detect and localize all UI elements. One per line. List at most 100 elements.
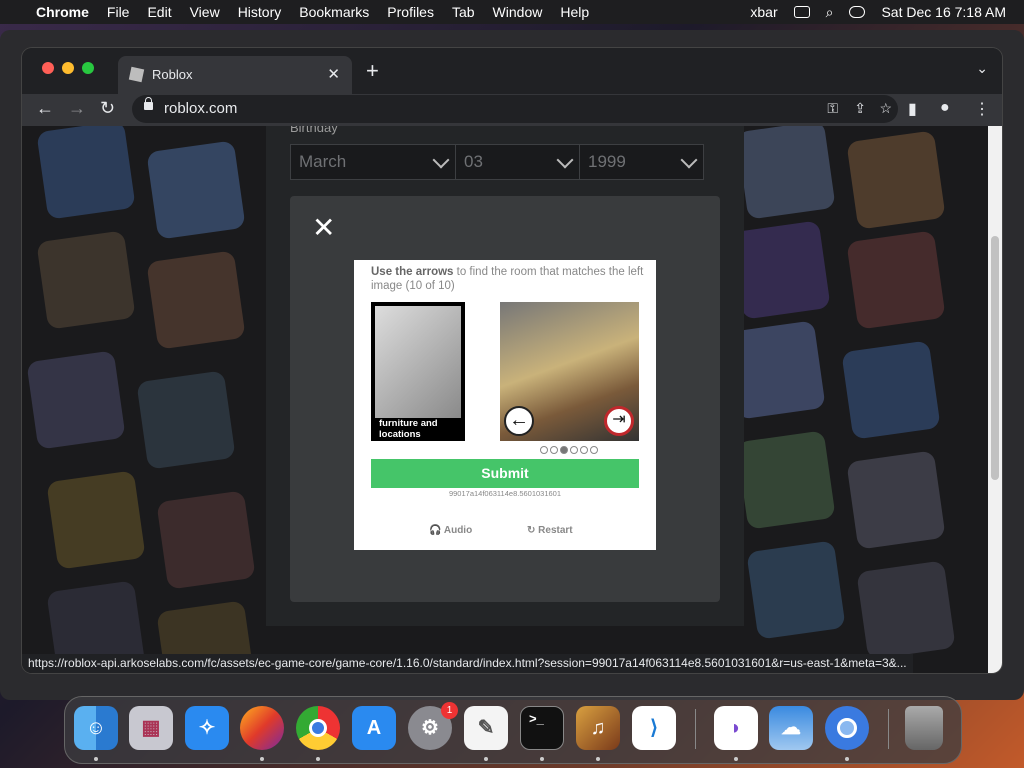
- weather-icon[interactable]: ☁: [769, 706, 813, 750]
- minimize-window-button[interactable]: [62, 62, 74, 74]
- scrollbar-thumb[interactable]: [991, 236, 999, 480]
- tab-title: Roblox: [152, 67, 193, 82]
- carousel-indicator: [540, 446, 598, 454]
- finder-icon[interactable]: ☺: [74, 706, 118, 750]
- page-scrollbar[interactable]: [988, 126, 1002, 673]
- menu-chrome[interactable]: Chrome: [36, 4, 89, 20]
- status-bar-url: https://roblox-api.arkoselabs.com/fc/ass…: [22, 654, 913, 673]
- captcha-panel: Use the arrows to find the room that mat…: [354, 260, 656, 550]
- tab-search-chevron-icon[interactable]: ⌄: [976, 60, 988, 77]
- birthday-month-select[interactable]: March: [290, 144, 456, 180]
- menu-tab[interactable]: Tab: [452, 4, 475, 20]
- zoom-window-button[interactable]: [82, 62, 94, 74]
- chevron-down-icon: [680, 151, 698, 169]
- forward-button[interactable]: →: [68, 98, 86, 119]
- bg-game-tile: [36, 126, 136, 220]
- reference-caption: furniture and locations: [379, 418, 438, 440]
- next-arrow-button[interactable]: ⇥: [604, 406, 634, 436]
- menu-view[interactable]: View: [190, 4, 220, 20]
- vscode-icon[interactable]: ⟩: [632, 706, 676, 750]
- bg-game-tile: [36, 230, 136, 330]
- key-icon[interactable]: ⚿: [827, 100, 838, 117]
- menu-history[interactable]: History: [238, 4, 282, 20]
- running-indicator: [734, 757, 738, 761]
- running-indicator: [484, 757, 488, 761]
- menu-bookmarks[interactable]: Bookmarks: [299, 4, 369, 20]
- textedit-icon[interactable]: ✎: [464, 706, 508, 750]
- close-window-button[interactable]: [42, 62, 54, 74]
- birthday-year-select[interactable]: 1999: [579, 144, 704, 180]
- page-content: Birthday March 03 1999 ✕ Use the arrows …: [22, 126, 1002, 673]
- birthday-day-select[interactable]: 03: [455, 144, 580, 180]
- running-indicator: [596, 757, 600, 761]
- notification-badge: 1: [441, 702, 458, 719]
- bg-game-tile: [856, 560, 956, 660]
- share-icon[interactable]: ⇪: [854, 100, 866, 117]
- menu-edit[interactable]: Edit: [147, 4, 171, 20]
- submit-button[interactable]: Submit: [371, 459, 639, 488]
- tab-roblox[interactable]: Roblox ✕: [118, 56, 352, 94]
- clock[interactable]: Sat Dec 16 7:18 AM: [881, 4, 1006, 20]
- running-indicator: [94, 757, 98, 761]
- running-indicator: [316, 757, 320, 761]
- audio-button[interactable]: 🎧 Audio: [429, 525, 472, 536]
- menu-window[interactable]: Window: [493, 4, 543, 20]
- bg-game-tile: [846, 230, 946, 330]
- bg-game-tile: [146, 140, 246, 240]
- profile-icon[interactable]: ●: [940, 99, 950, 117]
- macos-dock: ☺ ▦ ✧ A ⚙ 1 ✎ >_ ♫ ⟩ ◗ ☁: [64, 696, 962, 764]
- bg-game-tile: [136, 370, 236, 470]
- floor-plan-image: [375, 306, 461, 418]
- terminal-icon[interactable]: >_: [520, 706, 564, 750]
- reload-button[interactable]: ↻: [100, 98, 115, 119]
- side-panel-icon[interactable]: ▮: [908, 99, 917, 119]
- control-center-icon[interactable]: [849, 6, 866, 18]
- menu-profiles[interactable]: Profiles: [387, 4, 434, 20]
- lock-icon[interactable]: [144, 97, 153, 110]
- session-id: 99017a14f063114e8.5601031601: [448, 489, 562, 498]
- kebab-menu-icon[interactable]: ⋮: [974, 99, 990, 119]
- firefox-icon[interactable]: [240, 706, 284, 750]
- carousel-dot: [550, 446, 558, 454]
- bg-game-tile: [156, 490, 256, 590]
- address-bar[interactable]: roblox.com ⚿ ⇪ ☆: [132, 95, 898, 123]
- new-tab-button[interactable]: +: [366, 58, 379, 84]
- system-settings-icon[interactable]: ⚙ 1: [408, 702, 458, 750]
- menu-file[interactable]: File: [107, 4, 130, 20]
- running-indicator: [845, 757, 849, 761]
- close-tab-icon[interactable]: ✕: [327, 65, 340, 83]
- launchpad-icon[interactable]: ▦: [129, 706, 173, 750]
- reference-image: furniture and locations: [371, 302, 465, 441]
- url-text[interactable]: roblox.com: [164, 100, 237, 117]
- carousel-dot: [570, 446, 578, 454]
- back-button[interactable]: ←: [36, 98, 54, 119]
- spotlight-icon[interactable]: ⌕: [826, 4, 834, 21]
- previous-arrow-button[interactable]: ←: [504, 406, 534, 436]
- close-icon[interactable]: ✕: [312, 214, 335, 242]
- bg-game-tile: [46, 470, 146, 570]
- tab-strip: Roblox ✕ + ⌄: [22, 48, 1002, 94]
- chrome-icon[interactable]: [296, 706, 340, 750]
- app-store-icon[interactable]: A: [352, 706, 396, 750]
- xbar-menu[interactable]: xbar: [750, 4, 777, 20]
- chromium-icon[interactable]: [825, 706, 869, 750]
- garageband-icon[interactable]: ♫: [576, 706, 620, 750]
- visual-studio-icon[interactable]: ◗: [714, 706, 758, 750]
- trash-icon[interactable]: [905, 706, 943, 750]
- captcha-instruction: Use the arrows to find the room that mat…: [371, 266, 644, 292]
- birthday-label: Birthday: [290, 126, 338, 135]
- menu-help[interactable]: Help: [560, 4, 589, 20]
- safari-icon[interactable]: ✧: [185, 706, 229, 750]
- bg-game-tile: [146, 250, 246, 350]
- bg-game-tile: [746, 540, 846, 640]
- chevron-down-icon: [432, 151, 450, 169]
- carousel-dot: [590, 446, 598, 454]
- bg-game-tile: [846, 450, 946, 550]
- display-icon[interactable]: [793, 6, 810, 18]
- bookmark-star-icon[interactable]: ☆: [879, 100, 892, 117]
- bg-game-tile: [26, 350, 126, 450]
- chevron-down-icon: [556, 151, 574, 169]
- bg-game-tile: [731, 220, 831, 320]
- restart-button[interactable]: ↻ Restart: [527, 525, 573, 536]
- dock-separator: [888, 709, 889, 749]
